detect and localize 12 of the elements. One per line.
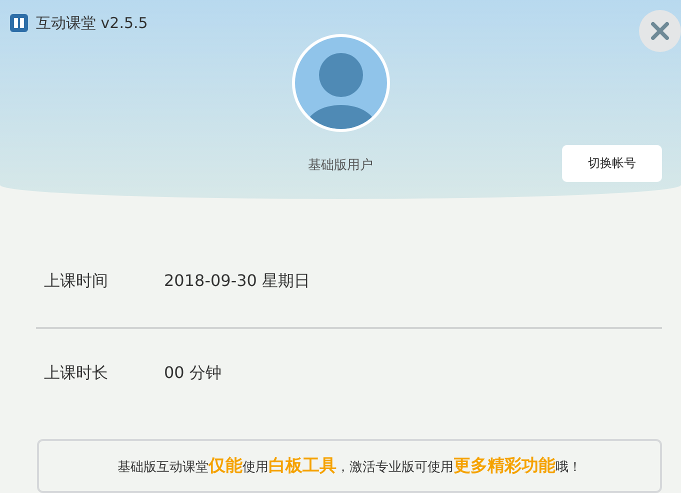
info-value: 00 分钟 (164, 363, 222, 384)
app-logo-icon (8, 12, 30, 34)
info-label: 上课时间 (43, 271, 109, 292)
info-value: 2018-09-30 星期日 (164, 271, 310, 292)
notice-text: 基础版互动课堂仅能使用白板工具，激活专业版可使用更多精彩功能哦！ (118, 455, 582, 478)
switch-account-button[interactable]: 切换帐号 (562, 145, 662, 182)
avatar-icon (290, 32, 392, 134)
close-icon (650, 21, 670, 41)
info-label: 上课时长 (43, 363, 109, 384)
close-button[interactable] (639, 10, 681, 52)
user-type-label: 基础版用户 (308, 157, 373, 174)
window-title: 互动课堂 v2.5.5 (36, 14, 148, 32)
